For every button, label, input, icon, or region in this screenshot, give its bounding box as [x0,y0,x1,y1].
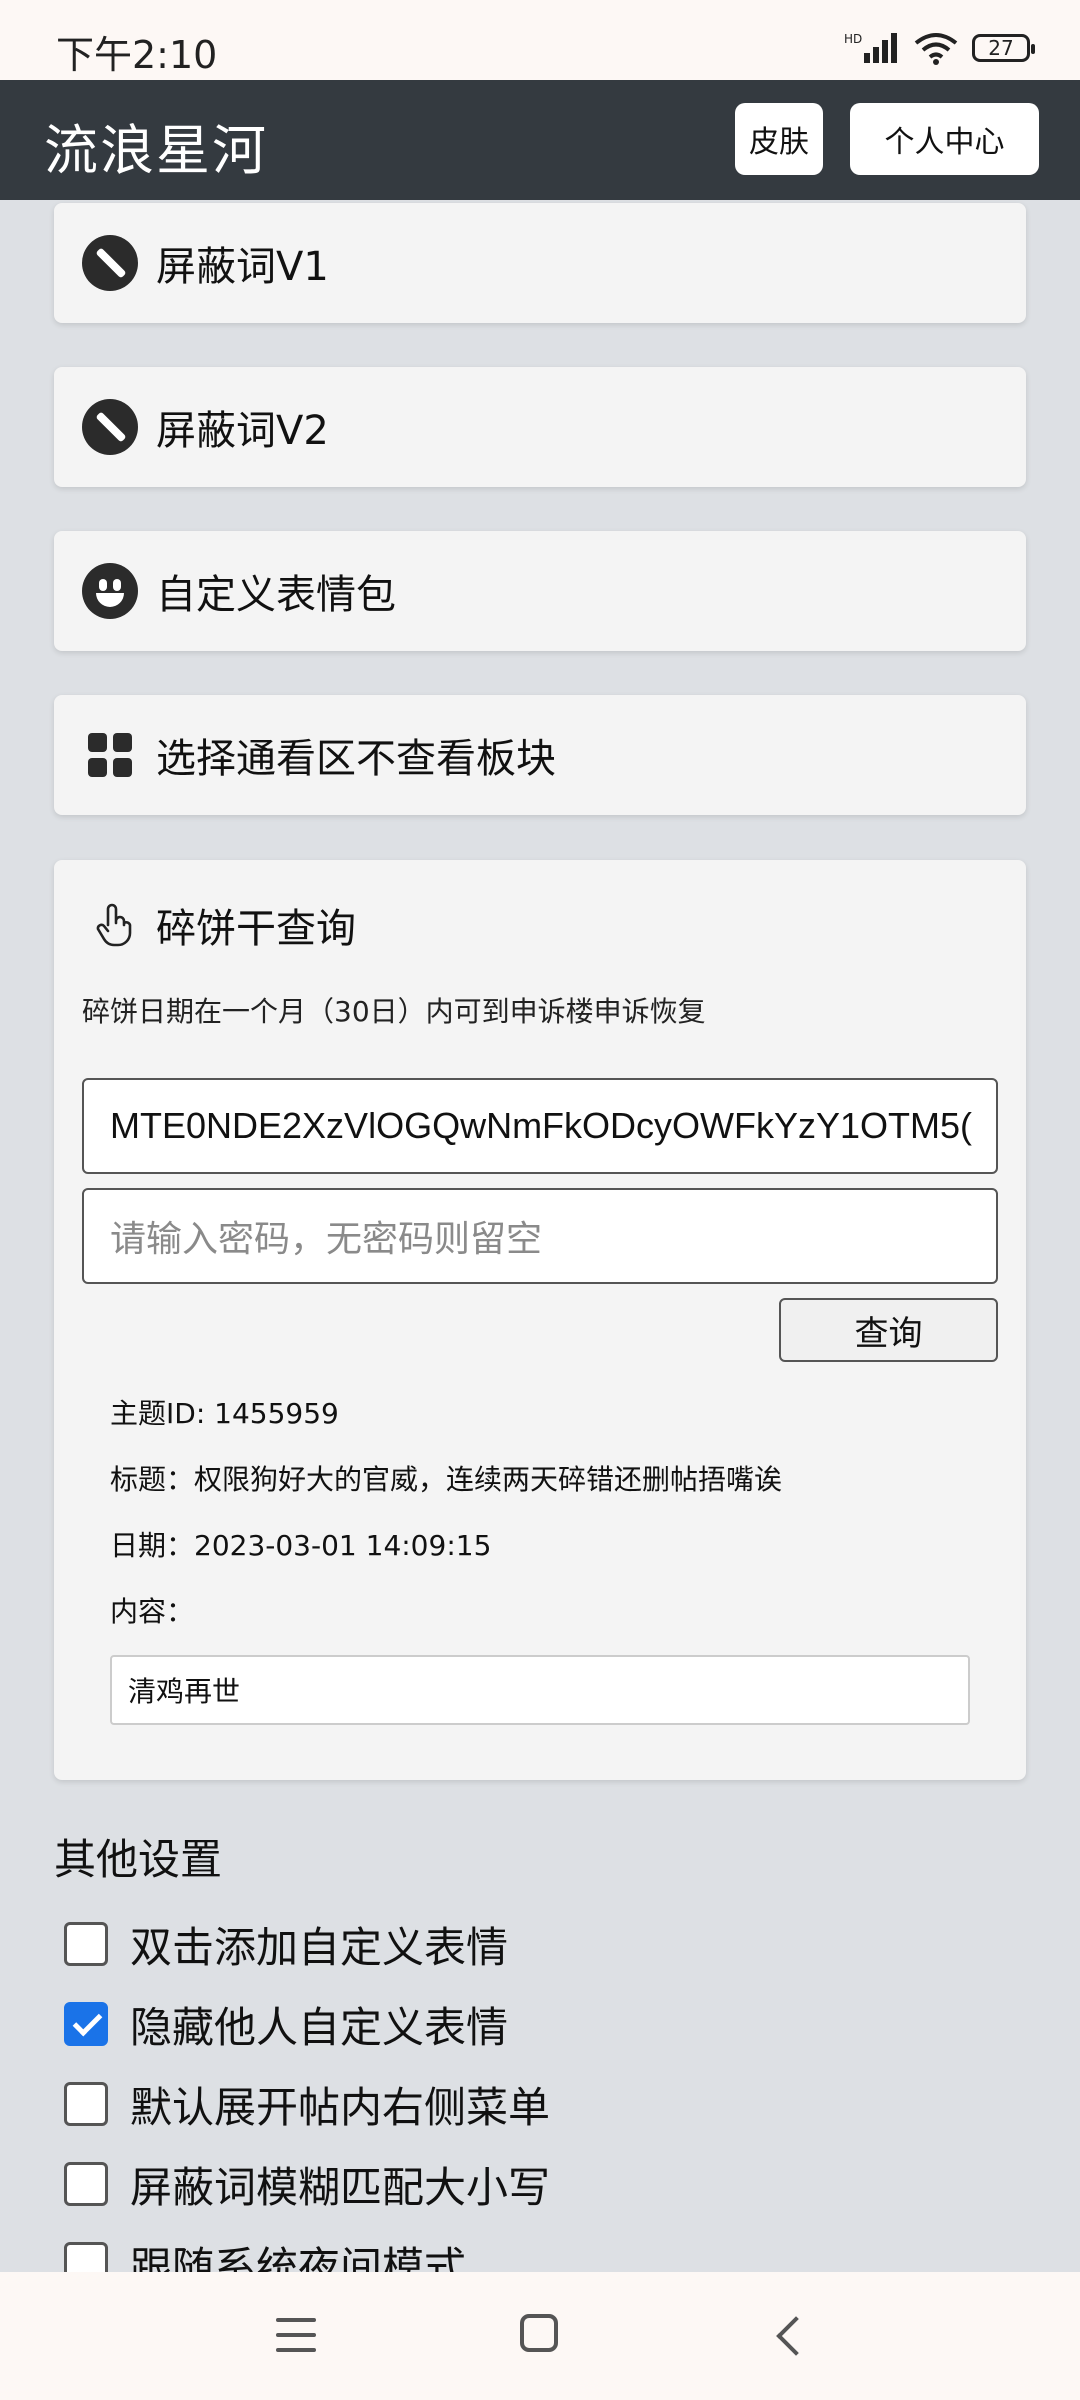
home-icon[interactable] [520,2314,558,2352]
checkbox[interactable] [64,2082,108,2126]
card-custom-emoji[interactable]: 自定义表情包 [54,531,1026,651]
ban-icon [82,235,138,291]
checkbox[interactable] [64,2162,108,2206]
system-nav-bar [0,2272,1080,2400]
status-time: 下午2:10 [56,33,218,77]
smile-icon [82,563,138,619]
cookie-query-card: 碎饼干查询 碎饼日期在一个月（30日）内可到申诉楼申诉恢复 MTE0NDE2Xz… [54,860,1026,1780]
result-content-box[interactable]: 清鸡再世 [110,1655,970,1725]
password-input[interactable]: 请输入密码，无密码则留空 [82,1188,998,1284]
status-icons: HD 27 [844,28,1035,68]
cookie-token-input[interactable]: MTE0NDE2XzVlOGQwNmFkODcyOWFkYzY1OTM5( [82,1078,998,1174]
card-label: 选择通看区不查看板块 [156,736,556,782]
card-blocked-words-v1[interactable]: 屏蔽词V1 [54,203,1026,323]
network-label: HD [844,32,862,46]
pointer-hand-icon [96,903,132,947]
cookie-note: 碎饼日期在一个月（30日）内可到申诉楼申诉恢复 [82,995,706,1028]
option-label: 隐藏他人自定义表情 [130,2002,509,2052]
app-header: 流浪星河 皮肤 个人中心 [0,80,1080,200]
checkbox[interactable] [64,1922,108,1966]
result-content-label: 内容： [110,1595,195,1628]
card-blocked-words-v2[interactable]: 屏蔽词V2 [54,367,1026,487]
card-label: 自定义表情包 [156,572,396,618]
option-label: 双击添加自定义表情 [130,1922,509,1972]
option-label: 默认展开帖内右侧菜单 [130,2082,551,2132]
option-label: 屏蔽词模糊匹配大小写 [130,2162,551,2212]
card-label: 屏蔽词V1 [156,244,329,290]
option-double-click-add-emoji[interactable]: 双击添加自定义表情 [64,1916,508,1972]
app-title: 流浪星河 [44,119,268,182]
card-label: 屏蔽词V2 [156,408,329,454]
wifi-icon [914,33,958,65]
option-hide-others-emoji[interactable]: 隐藏他人自定义表情 [64,1996,508,2052]
result-topic-id: 主题ID: 1455959 [110,1397,339,1430]
query-button[interactable]: 查询 [779,1298,998,1362]
cookie-query-header: 碎饼干查询 [94,896,356,954]
other-settings-title: 其他设置 [54,1835,223,1884]
menu-icon[interactable] [276,2318,316,2352]
signal-icon: HD [844,32,897,63]
cookie-query-title: 碎饼干查询 [156,906,356,952]
card-board-filter[interactable]: 选择通看区不查看板块 [54,695,1026,815]
ban-icon [82,399,138,455]
back-icon[interactable] [776,2316,816,2356]
profile-button[interactable]: 个人中心 [850,103,1039,175]
battery-icon: 27 [972,34,1035,62]
status-bar: 下午2:10 HD 27 [0,0,1080,80]
grid-icon [88,733,132,777]
skin-button[interactable]: 皮肤 [735,103,823,175]
checkbox-checked[interactable] [64,2002,108,2046]
option-fuzzy-case-match[interactable]: 屏蔽词模糊匹配大小写 [64,2156,550,2212]
option-expand-right-menu[interactable]: 默认展开帖内右侧菜单 [64,2076,550,2132]
result-date: 日期：2023-03-01 14:09:15 [110,1529,492,1562]
result-title: 标题：权限狗好大的官威，连续两天碎错还删帖捂嘴诶 [110,1463,783,1496]
